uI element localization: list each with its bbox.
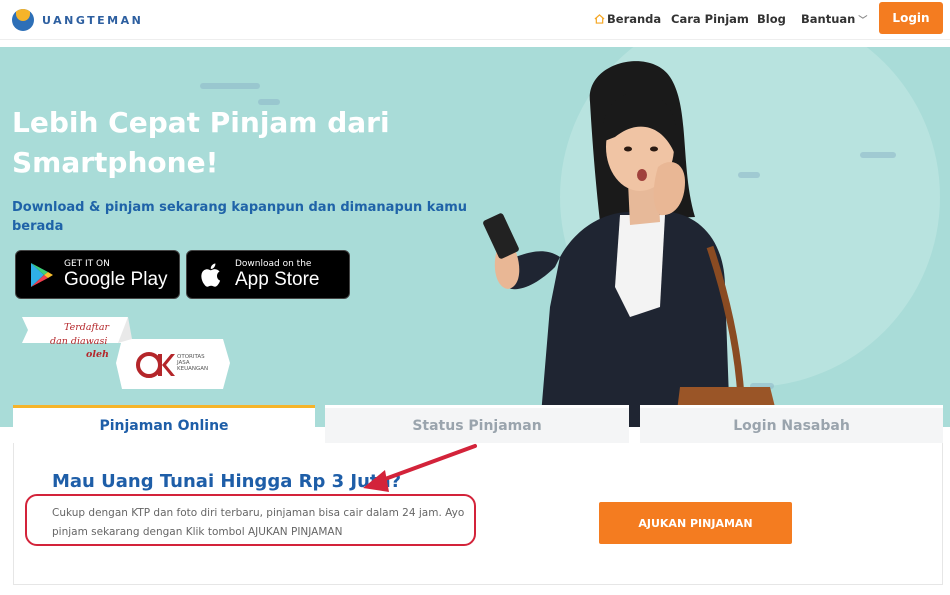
site-header: UANGTEMAN Beranda Cara Pinjam Blog Bantu… bbox=[0, 0, 950, 40]
chevron-down-icon: ﹀ bbox=[858, 16, 868, 26]
ojk-line-1: Terdaftar bbox=[64, 322, 110, 333]
hero-banner: Lebih Cepat Pinjam dari Smartphone! Down… bbox=[0, 47, 950, 427]
tab-status-pinjaman[interactable]: Status Pinjaman bbox=[325, 405, 629, 443]
nav-cara-pinjam-label: Cara Pinjam bbox=[671, 12, 749, 26]
login-button[interactable]: Login bbox=[879, 2, 943, 34]
ajukan-pinjaman-button[interactable]: AJUKAN PINJAMAN bbox=[599, 502, 792, 544]
decor-bar bbox=[200, 83, 260, 89]
hero-title: Lebih Cepat Pinjam dari Smartphone! bbox=[12, 106, 390, 179]
ojk-registration-badge: Terdaftar dan diawasi oleh OTORITAS JASA… bbox=[18, 315, 233, 395]
google-play-small-label: GET IT ON bbox=[64, 258, 110, 269]
nav-blog[interactable]: Blog bbox=[757, 12, 786, 26]
home-icon bbox=[594, 14, 605, 24]
nav-cara-pinjam[interactable]: Cara Pinjam bbox=[671, 12, 749, 26]
app-store-small-label: Download on the bbox=[235, 258, 312, 269]
tab-login-nasabah-label: Login Nasabah bbox=[733, 417, 850, 434]
ojk-line-2: dan diawasi bbox=[50, 336, 108, 347]
ojk-small-text: OTORITAS JASA KEUANGAN bbox=[177, 354, 208, 372]
apple-icon bbox=[201, 263, 221, 287]
decor-bar bbox=[860, 152, 896, 158]
ojk-line-3: oleh bbox=[86, 349, 109, 360]
tab-pinjaman-online[interactable]: Pinjaman Online bbox=[13, 405, 315, 443]
nav-bantuan[interactable]: Bantuan ﹀ bbox=[801, 12, 867, 26]
brand-logo[interactable]: UANGTEMAN bbox=[12, 9, 143, 31]
nav-blog-label: Blog bbox=[757, 12, 786, 26]
google-play-big-label: Google Play bbox=[64, 268, 168, 290]
nav-bantuan-label: Bantuan bbox=[801, 12, 856, 26]
annotation-highlight-box bbox=[25, 494, 476, 546]
tab-pinjaman-online-label: Pinjaman Online bbox=[99, 417, 229, 434]
google-play-button[interactable]: GET IT ON Google Play bbox=[15, 250, 180, 299]
nav-beranda-label: Beranda bbox=[607, 12, 662, 26]
ojk-small-3: KEUANGAN bbox=[177, 366, 209, 372]
app-store-button[interactable]: Download on the App Store bbox=[186, 250, 350, 299]
annotation-arrow-icon bbox=[363, 444, 477, 492]
tab-status-pinjaman-label: Status Pinjaman bbox=[412, 417, 542, 434]
logo-icon bbox=[12, 9, 34, 31]
brand-name: UANGTEMAN bbox=[42, 13, 144, 27]
ojk-logo bbox=[136, 352, 175, 378]
tab-login-nasabah[interactable]: Login Nasabah bbox=[640, 405, 943, 443]
nav-beranda[interactable]: Beranda bbox=[594, 12, 661, 26]
hero-woman-illustration bbox=[483, 61, 780, 427]
hero-subtitle: Download & pinjam sekarang kapanpun dan … bbox=[12, 200, 468, 234]
app-store-big-label: App Store bbox=[235, 268, 320, 290]
google-play-icon bbox=[31, 262, 53, 287]
panel-title: Mau Uang Tunai Hingga Rp 3 Juta? bbox=[52, 471, 402, 492]
